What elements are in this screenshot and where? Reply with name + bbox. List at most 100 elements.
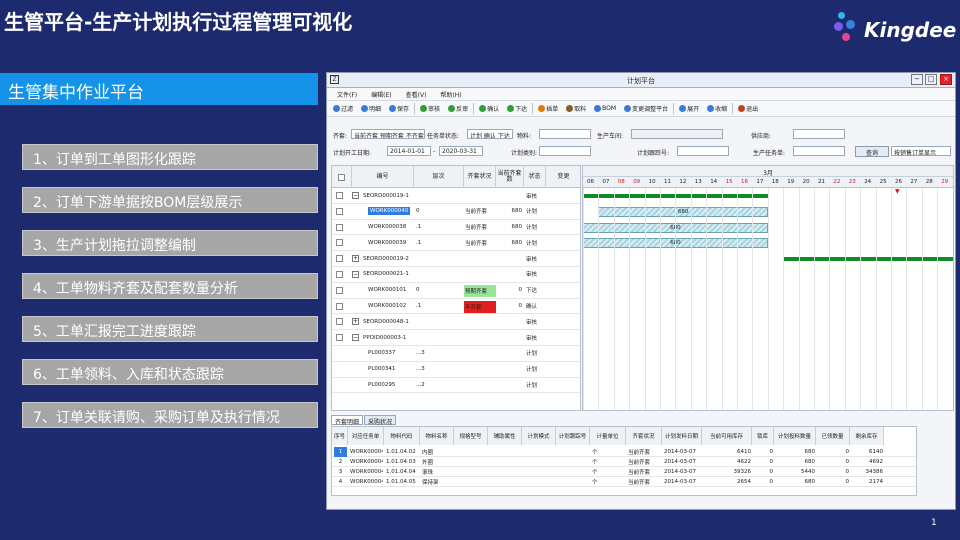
menu-item[interactable]: 文件(F) xyxy=(337,90,357,99)
task-status-select[interactable]: 计划 确认 下达 xyxy=(467,129,513,139)
detail-cell: 1.01.04.03 xyxy=(386,459,416,465)
start-date-from-input[interactable]: 2014-01-01 xyxy=(387,146,431,156)
table-row[interactable]: − SEORD000021-1 审核 xyxy=(332,267,580,283)
select-all-checkbox[interactable] xyxy=(338,173,345,181)
collapse-icon[interactable]: − xyxy=(352,270,359,278)
table-row[interactable]: PL000341 ...3 计划 xyxy=(332,362,580,378)
toolbar-button[interactable]: 插单 xyxy=(535,104,561,113)
detail-column-header[interactable]: 规格型号 xyxy=(454,427,488,445)
task-no-input[interactable] xyxy=(793,146,845,156)
toolbar-button[interactable]: BOM xyxy=(591,105,619,112)
collapse-icon[interactable]: − xyxy=(352,334,359,342)
gantt-task-bar[interactable]: 680 xyxy=(598,206,768,217)
table-row[interactable]: + SEORD000048-1 审核 xyxy=(332,314,580,331)
detail-column-header[interactable]: 剩余库存 xyxy=(850,427,884,445)
detail-column-header[interactable]: 物料名称 xyxy=(420,427,454,445)
workshop-input[interactable] xyxy=(631,129,723,139)
toolbar-button[interactable]: 取料 xyxy=(563,104,589,113)
table-row[interactable]: WORK000038 .1 当前齐套 680 计划 xyxy=(332,220,580,236)
table-row[interactable]: + SEORD000019-2 审核 xyxy=(332,251,580,267)
toolbar-button[interactable]: 保存 xyxy=(386,104,412,113)
material-input[interactable] xyxy=(539,129,591,139)
start-date-to-input[interactable]: 2020-03-31 xyxy=(439,146,483,156)
row-checkbox[interactable] xyxy=(336,207,343,215)
row-checkbox[interactable] xyxy=(336,239,343,247)
expand-icon[interactable]: + xyxy=(352,255,359,263)
detail-cell: 680 xyxy=(804,449,816,455)
menu-item[interactable]: 查看(V) xyxy=(406,90,427,99)
table-row[interactable]: − SEORD000019-1 审核 xyxy=(332,188,580,204)
row-checkbox[interactable] xyxy=(336,286,343,294)
toolbar-button[interactable]: 收缩 xyxy=(704,104,730,113)
row-checkbox[interactable] xyxy=(336,318,343,326)
detail-column-header[interactable]: 锁库 xyxy=(752,427,774,445)
gantt-order-bar[interactable] xyxy=(783,257,953,262)
toolbar-button[interactable]: 变更调整平台 xyxy=(621,104,671,113)
detail-column-header[interactable]: 物料代码 xyxy=(384,427,420,445)
minimize-icon[interactable]: − xyxy=(911,74,923,85)
detail-tab[interactable]: 采购状况 xyxy=(364,415,397,426)
query-button[interactable]: 查询 xyxy=(855,146,889,157)
table-row[interactable]: WORK000040 0 当前齐套 680 计划 xyxy=(332,204,580,220)
row-checkbox[interactable] xyxy=(336,334,343,342)
detail-column-header[interactable]: 当前可用库存 xyxy=(702,427,752,445)
grid-column-header[interactable]: 状态 xyxy=(524,166,546,188)
row-checkbox[interactable] xyxy=(336,223,343,231)
menu-item[interactable]: 帮助(H) xyxy=(440,90,461,99)
row-checkbox[interactable] xyxy=(336,302,343,310)
toolbar-button[interactable]: 下达 xyxy=(504,104,530,113)
grid-column-header[interactable]: 层次 xyxy=(414,166,464,188)
toolbar-button[interactable]: 展开 xyxy=(676,104,702,113)
detail-column-header[interactable]: 计划投料数量 xyxy=(774,427,816,445)
table-row[interactable]: WORK000039 .1 当前齐套 680 计划 xyxy=(332,235,580,252)
grid-column-header[interactable]: 变更 xyxy=(546,166,580,188)
collapse-icon[interactable]: − xyxy=(352,192,359,199)
close-icon[interactable]: × xyxy=(940,74,952,85)
detail-column-header[interactable]: 计划跟踪号 xyxy=(556,427,590,445)
grid-column-header[interactable]: 齐套状况 xyxy=(464,166,496,188)
table-row[interactable]: PL000295 ...2 计划 xyxy=(332,378,580,394)
table-row[interactable]: PL000337 ...3 计划 xyxy=(332,346,580,362)
tracking-input[interactable] xyxy=(677,146,729,156)
plan-category-input[interactable] xyxy=(539,146,591,156)
detail-row[interactable]: 2 WORK0000401.01.04.03 外圈 个 当前齐套 2014-03-07 46… xyxy=(332,457,916,467)
supplier-input[interactable] xyxy=(793,129,845,139)
expand-icon[interactable]: + xyxy=(352,318,359,326)
detail-column-header[interactable]: 计划发料日期 xyxy=(662,427,702,445)
toolbar-button[interactable]: 明细 xyxy=(358,104,384,113)
detail-cell: 5440 xyxy=(801,469,815,475)
detail-column-header[interactable]: 序号 xyxy=(332,427,348,445)
toolbar-button[interactable]: 反审 xyxy=(445,104,471,113)
table-row[interactable]: WORK000101 0 预期齐套 0 下达 xyxy=(332,283,580,299)
maximize-icon[interactable]: □ xyxy=(925,74,937,85)
menu-item[interactable]: 编辑(E) xyxy=(371,90,391,99)
display-option-select[interactable]: 按销售订单显示 xyxy=(891,146,951,156)
detail-column-header[interactable]: 对应任务单 xyxy=(348,427,384,445)
detail-column-header[interactable]: 已领数量 xyxy=(816,427,850,445)
detail-row[interactable]: 1WORK0000401.01.04.02 内圈 个 当前齐套 2014-03-07 64… xyxy=(332,447,916,457)
gantt-day: 19 xyxy=(787,179,795,185)
toolbar-button[interactable]: 审核 xyxy=(417,104,443,113)
detail-tab[interactable]: 齐套明细 xyxy=(331,415,364,426)
exit-icon xyxy=(738,105,746,112)
grid-column-header[interactable]: 当前齐套数 xyxy=(496,166,524,188)
detail-column-header[interactable]: 计量单位 xyxy=(590,427,626,445)
window-titlebar[interactable]: Z 计划平台 − □ × xyxy=(327,73,955,88)
row-checkbox[interactable] xyxy=(336,255,343,263)
toolbar-button[interactable]: 退出 xyxy=(735,104,761,113)
table-row[interactable]: − PPOID000003-1 审核 xyxy=(332,330,580,346)
detail-column-header[interactable]: 齐套状况 xyxy=(626,427,662,445)
window-title: 计划平台 xyxy=(627,77,655,85)
row-checkbox[interactable] xyxy=(336,192,343,199)
row-checkbox[interactable] xyxy=(336,270,343,278)
toolbar-button[interactable]: 过滤 xyxy=(330,104,356,113)
plan-platform-window[interactable]: Z 计划平台 − □ × 文件(F) 编辑(E) 查看(V) 帮助(H) 过滤 明细 保存… xyxy=(326,72,956,510)
detail-row[interactable]: 4 WORK0000401.01.04.05 保持架 个 当前齐套 2014-03-07 2… xyxy=(332,477,916,487)
grid-column-header[interactable]: 编号 xyxy=(352,166,414,188)
detail-column-header[interactable]: 辅助属性 xyxy=(488,427,522,445)
table-row[interactable]: WORK000102 .1 不齐套 0 确认 xyxy=(332,299,580,315)
qitao-select[interactable]: 当前齐套 预期齐套 不齐套 xyxy=(351,129,425,139)
detail-column-header[interactable]: 计划模式 xyxy=(522,427,556,445)
toolbar-button[interactable]: 确认 xyxy=(476,104,502,113)
detail-row[interactable]: 3 WORK0000401.01.04.04 滚珠 个 当前齐套 2014-03-07 39… xyxy=(332,467,916,477)
